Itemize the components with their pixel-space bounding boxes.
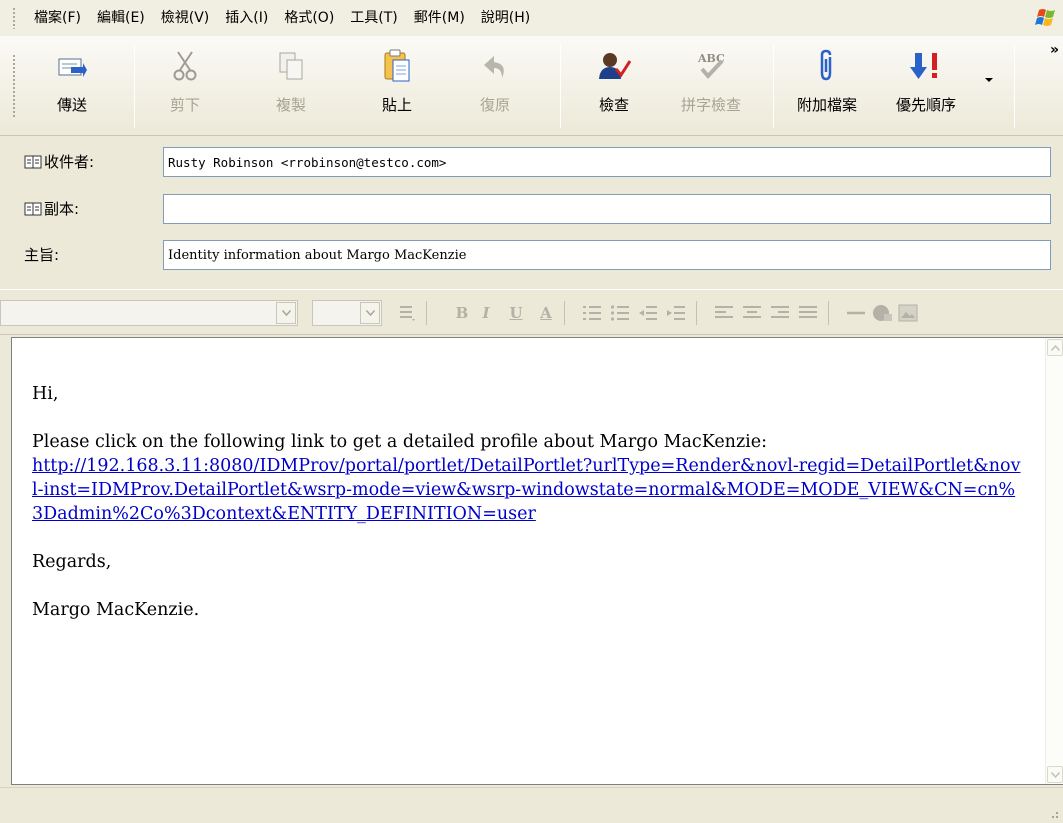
check-names-button[interactable]: 檢查 bbox=[584, 44, 644, 128]
format-divider bbox=[564, 301, 565, 325]
font-size-combo[interactable] bbox=[312, 300, 382, 326]
toolbar-overflow-chevron[interactable]: » bbox=[1050, 42, 1059, 58]
spellcheck-icon: ABC bbox=[691, 44, 731, 88]
menu-message[interactable]: 郵件(M) bbox=[406, 0, 473, 36]
resize-grip-icon[interactable] bbox=[1047, 807, 1059, 819]
cc-label: 副本: bbox=[44, 200, 80, 218]
chevron-down-icon[interactable] bbox=[276, 302, 296, 324]
bullet-list-icon[interactable] bbox=[608, 301, 632, 325]
hyperlink-globe-icon[interactable] bbox=[870, 301, 894, 325]
address-book-icon bbox=[24, 202, 42, 215]
menu-view[interactable]: 檢視(V) bbox=[153, 0, 218, 36]
menu-tools[interactable]: 工具(T) bbox=[342, 0, 405, 36]
message-header: 收件者: Rusty Robinson <rrobinson@testco.co… bbox=[0, 137, 1063, 285]
justify-icon[interactable] bbox=[796, 301, 820, 325]
check-names-icon bbox=[594, 44, 634, 88]
to-label: 收件者: bbox=[44, 153, 95, 171]
profile-link[interactable]: http://192.168.3.11:8080/IDMProv/portal/… bbox=[32, 456, 1020, 524]
menu-grip[interactable] bbox=[12, 7, 16, 29]
undo-label: 復原 bbox=[479, 96, 510, 114]
windows-logo-icon bbox=[1035, 9, 1055, 26]
italic-icon[interactable]: I bbox=[474, 301, 498, 325]
align-left-icon[interactable] bbox=[712, 301, 736, 325]
status-bar bbox=[0, 787, 1063, 823]
cc-field[interactable] bbox=[163, 194, 1051, 224]
numbered-list-icon[interactable] bbox=[580, 301, 604, 325]
subject-row: 主旨: Identity information about Margo Mac… bbox=[0, 238, 1063, 270]
menu-bar: 檔案(F) 編輯(E) 檢視(V) 插入(I) 格式(O) 工具(T) 郵件(M… bbox=[0, 0, 1063, 36]
body-signature: Margo MacKenzie. bbox=[32, 600, 200, 620]
format-divider bbox=[828, 301, 829, 325]
cut-label: 剪下 bbox=[169, 96, 200, 114]
font-name-combo[interactable] bbox=[0, 300, 298, 326]
undo-button[interactable]: 復原 bbox=[470, 44, 520, 128]
attach-button[interactable]: 附加檔案 bbox=[784, 44, 870, 128]
menu-edit[interactable]: 編輯(E) bbox=[89, 0, 153, 36]
font-color-icon[interactable]: A bbox=[534, 301, 558, 325]
priority-label: 優先順序 bbox=[895, 96, 956, 114]
format-divider bbox=[426, 301, 427, 325]
horizontal-line-icon[interactable] bbox=[844, 301, 868, 325]
body-intro: Please click on the following link to ge… bbox=[32, 432, 768, 452]
cc-row: 副本: bbox=[0, 192, 1063, 224]
to-field[interactable]: Rusty Robinson <rrobinson@testco.com> bbox=[163, 147, 1051, 177]
paperclip-icon bbox=[807, 44, 847, 88]
align-center-icon[interactable] bbox=[740, 301, 764, 325]
attach-label: 附加檔案 bbox=[796, 96, 857, 114]
send-label: 傳送 bbox=[56, 96, 87, 114]
menu-help[interactable]: 說明(H) bbox=[473, 0, 538, 36]
menu-file[interactable]: 檔案(F) bbox=[26, 0, 89, 36]
copy-button[interactable]: 複製 bbox=[266, 44, 316, 128]
send-button[interactable]: 傳送 bbox=[44, 44, 100, 128]
scissors-icon bbox=[165, 44, 205, 88]
scroll-down-arrow-icon[interactable] bbox=[1047, 766, 1063, 783]
underline-icon[interactable]: U bbox=[504, 301, 528, 325]
increase-indent-icon[interactable] bbox=[664, 301, 688, 325]
priority-dropdown-arrow-icon[interactable] bbox=[985, 78, 993, 82]
standard-toolbar: 傳送 剪下 複製 貼上 復原 檢查 ABC 拼字檢查 附加檔案 優先順序 » bbox=[0, 36, 1063, 136]
body-greeting: Hi, bbox=[32, 384, 59, 404]
toolbar-divider bbox=[773, 44, 774, 128]
check-names-label: 檢查 bbox=[598, 96, 629, 114]
body-closing: Regards, bbox=[32, 552, 112, 572]
spelling-button[interactable]: ABC 拼字檢查 bbox=[668, 44, 754, 128]
toolbar-grip[interactable] bbox=[12, 54, 16, 118]
priority-button[interactable]: 優先順序 bbox=[888, 44, 964, 128]
address-book-icon bbox=[24, 155, 42, 168]
message-body[interactable]: Hi, Please click on the following link t… bbox=[32, 382, 1022, 646]
decrease-indent-icon[interactable] bbox=[636, 301, 660, 325]
menu-format[interactable]: 格式(O) bbox=[276, 0, 342, 36]
spelling-label: 拼字檢查 bbox=[680, 96, 741, 114]
to-row: 收件者: Rusty Robinson <rrobinson@testco.co… bbox=[0, 145, 1063, 177]
subject-label: 主旨: bbox=[24, 244, 59, 265]
chevron-down-icon[interactable] bbox=[360, 302, 380, 324]
subject-field[interactable]: Identity information about Margo MacKenz… bbox=[163, 240, 1051, 270]
message-body-editor[interactable]: Hi, Please click on the following link t… bbox=[11, 337, 1063, 785]
align-right-icon[interactable] bbox=[768, 301, 792, 325]
subject-label-text: 主旨: bbox=[24, 246, 60, 264]
insert-picture-icon[interactable] bbox=[896, 301, 920, 325]
copy-label: 複製 bbox=[275, 96, 306, 114]
format-divider bbox=[696, 301, 697, 325]
priority-icon bbox=[906, 44, 946, 88]
toolbar-divider bbox=[134, 44, 135, 128]
send-icon bbox=[52, 44, 92, 88]
menu-insert[interactable]: 插入(I) bbox=[217, 0, 276, 36]
toolbar-divider bbox=[560, 44, 561, 128]
formatting-toolbar: B I U A bbox=[0, 289, 1063, 335]
copy-icon bbox=[271, 44, 311, 88]
vertical-scrollbar[interactable] bbox=[1045, 338, 1063, 784]
clipboard-icon bbox=[377, 44, 417, 88]
bold-icon[interactable]: B bbox=[450, 301, 474, 325]
toolbar-divider bbox=[1014, 44, 1015, 128]
to-button[interactable]: 收件者: bbox=[24, 151, 94, 172]
scroll-up-arrow-icon[interactable] bbox=[1047, 339, 1063, 356]
paragraph-style-icon[interactable] bbox=[396, 301, 420, 325]
undo-icon bbox=[475, 44, 515, 88]
cut-button[interactable]: 剪下 bbox=[160, 44, 210, 128]
paste-button[interactable]: 貼上 bbox=[372, 44, 422, 128]
paste-label: 貼上 bbox=[381, 96, 412, 114]
cc-button[interactable]: 副本: bbox=[24, 198, 79, 219]
